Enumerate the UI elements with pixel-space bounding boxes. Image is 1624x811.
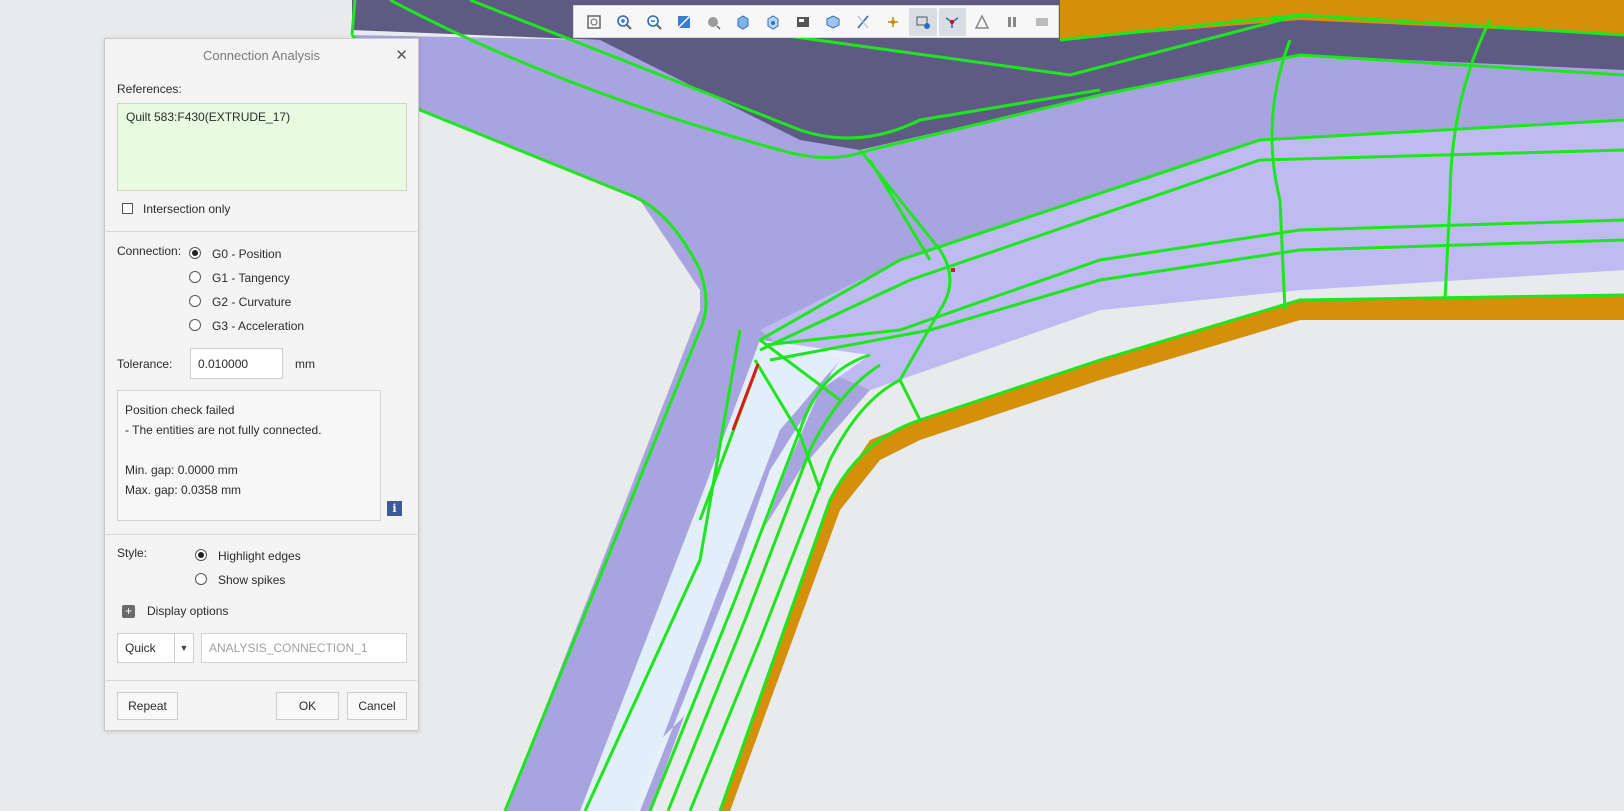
g0-position-label: G0 - Position [212, 247, 282, 261]
analysis-name-field[interactable]: ANALYSIS_CONNECTION_1 [201, 633, 407, 663]
tolerance-unit: mm [295, 357, 315, 371]
hide-icon[interactable] [1028, 8, 1056, 36]
references-collector[interactable]: Quilt 583:F430(EXTRUDE_17) [117, 103, 407, 191]
expand-plus-icon[interactable]: + [122, 605, 135, 618]
mode-value: Quick [125, 641, 156, 655]
annotation-display-icon[interactable] [789, 8, 817, 36]
g1-tangency-radio[interactable] [189, 271, 201, 283]
result-line: - The entities are not fully connected. [125, 423, 322, 437]
view-manager-icon[interactable] [759, 8, 787, 36]
result-line: Position check failed [125, 403, 235, 417]
tolerance-input[interactable]: 0.010000 [190, 348, 283, 379]
gap-marker [951, 268, 955, 272]
connection-label: Connection: [117, 244, 182, 258]
point-display-icon[interactable] [879, 8, 907, 36]
tolerance-label: Tolerance: [117, 357, 173, 371]
saved-orientations-icon[interactable] [729, 8, 757, 36]
mode-dropdown-button[interactable]: ▼ [174, 633, 194, 663]
mode-select[interactable]: Quick [117, 633, 175, 663]
tolerance-value: 0.010000 [198, 356, 249, 371]
chevron-down-icon: ▼ [179, 643, 189, 653]
g0-position-radio[interactable] [189, 247, 201, 259]
separator [106, 231, 417, 232]
dialog-title: Connection Analysis [202, 47, 321, 63]
display-options-label[interactable]: Display options [147, 604, 228, 618]
appearance-icon[interactable] [968, 8, 996, 36]
g2-curvature-label: G2 - Curvature [212, 295, 292, 309]
g3-acceleration-label: G3 - Acceleration [212, 319, 305, 333]
spin-center-icon[interactable] [908, 7, 937, 36]
dialog-titlebar[interactable]: Connection Analysis ✕ [105, 39, 418, 71]
datum-display-icon[interactable] [849, 8, 877, 36]
cancel-button[interactable]: Cancel [347, 692, 407, 720]
section-icon[interactable] [819, 8, 847, 36]
g1-tangency-label: G1 - Tangency [212, 271, 290, 285]
result-line: Min. gap: 0.0000 mm [125, 463, 238, 477]
result-line [125, 440, 373, 460]
refit-icon[interactable] [580, 8, 608, 36]
reference-item[interactable]: Quilt 583:F430(EXTRUDE_17) [126, 110, 290, 124]
connection-analysis-icon[interactable] [938, 7, 967, 36]
intersection-only-label: Intersection only [143, 202, 231, 216]
pause-icon[interactable] [998, 8, 1026, 36]
highlight-edges-radio[interactable] [195, 549, 207, 561]
zoom-in-icon[interactable] [610, 8, 638, 36]
connection-analysis-dialog: Connection Analysis ✕ References: Quilt … [104, 38, 419, 731]
display-style-icon[interactable] [700, 8, 728, 36]
intersection-only-checkbox[interactable] [122, 203, 133, 214]
references-label: References: [117, 82, 182, 96]
show-spikes-label: Show spikes [218, 573, 286, 587]
zoom-out-icon[interactable] [640, 8, 668, 36]
ok-button[interactable]: OK [276, 692, 339, 720]
graphics-toolbar [573, 5, 1059, 38]
repaint-icon[interactable] [670, 8, 698, 36]
result-line: Max. gap: 0.0358 mm [125, 483, 242, 497]
analysis-name-placeholder: ANALYSIS_CONNECTION_1 [209, 641, 368, 655]
g3-acceleration-radio[interactable] [189, 319, 201, 331]
close-icon[interactable]: ✕ [395, 46, 408, 64]
highlight-edges-label: Highlight edges [218, 549, 301, 563]
separator [106, 680, 417, 681]
repeat-button[interactable]: Repeat [117, 692, 178, 720]
show-spikes-radio[interactable] [195, 573, 207, 585]
separator [106, 534, 417, 535]
style-label: Style: [117, 546, 148, 560]
info-icon[interactable]: i [387, 501, 402, 516]
g2-curvature-radio[interactable] [189, 295, 201, 307]
results-box: Position check failed - The entities are… [117, 390, 381, 521]
